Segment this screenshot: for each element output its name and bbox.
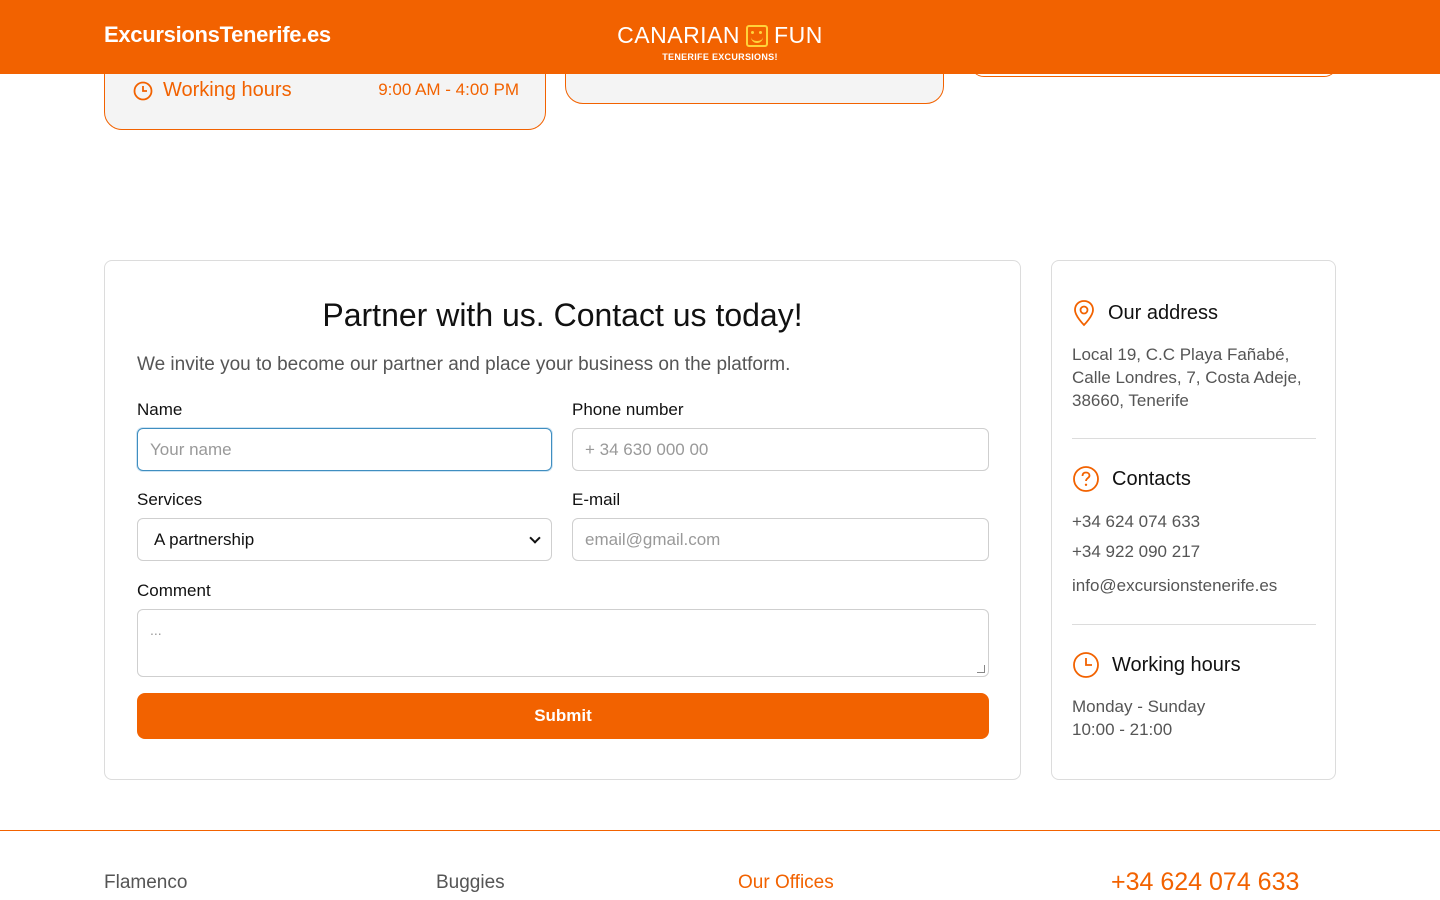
address-line: Local 19, C.C Playa Fañabé, bbox=[1072, 345, 1290, 364]
address-section: Our address Local 19, C.C Playa Fañabé, … bbox=[1072, 299, 1316, 412]
resize-handle-icon[interactable] bbox=[977, 665, 985, 673]
footer-divider bbox=[0, 830, 1440, 831]
email-link[interactable]: info@excursionstenerife.es bbox=[1072, 574, 1316, 597]
footer-link-flamenco[interactable]: Flamenco bbox=[104, 872, 187, 894]
comment-placeholder: ... bbox=[150, 622, 162, 638]
address-line: 38660, Tenerife bbox=[1072, 391, 1189, 410]
chevron-down-icon bbox=[529, 531, 541, 544]
logo-tagline: TENERIFE EXCURSIONS! bbox=[662, 52, 778, 62]
smiley-icon bbox=[746, 24, 769, 47]
clock-icon bbox=[133, 81, 153, 100]
hours-title: Working hours bbox=[1112, 653, 1241, 676]
clock-icon bbox=[1073, 652, 1099, 678]
comment-label: Comment bbox=[137, 581, 211, 600]
working-hours-label: Working hours bbox=[163, 79, 292, 101]
logo-text-right: FUN bbox=[774, 22, 823, 48]
divider bbox=[1072, 624, 1316, 625]
logo-text-left: CANARIAN bbox=[617, 22, 741, 48]
working-hours-time: 9:00 AM - 4:00 PM bbox=[378, 80, 519, 99]
divider bbox=[1072, 438, 1316, 439]
address-title: Our address bbox=[1108, 301, 1219, 324]
brand-logo[interactable]: CANARIAN FUN TENERIFE EXCURSIONS! bbox=[606, 22, 834, 68]
hours-section: Working hours Monday - Sunday 10:00 - 21… bbox=[1072, 651, 1316, 741]
submit-button[interactable]: Submit bbox=[137, 693, 989, 739]
site-header: ExcursionsTenerife.es CANARIAN FUN TENER… bbox=[0, 0, 1440, 74]
footer-link-offices[interactable]: Our Offices bbox=[738, 872, 834, 894]
contacts-section: Contacts +34 624 074 633 +34 922 090 217… bbox=[1072, 465, 1316, 597]
site-name-link[interactable]: ExcursionsTenerife.es bbox=[104, 22, 331, 48]
comment-textarea[interactable]: ... bbox=[137, 609, 989, 677]
email-input[interactable]: email@gmail.com bbox=[572, 518, 989, 561]
services-selected-value: A partnership bbox=[154, 529, 255, 549]
form-title: Partner with us. Contact us today! bbox=[322, 297, 803, 333]
partner-form-card: Partner with us. Contact us today! We in… bbox=[104, 260, 1021, 780]
question-circle-icon bbox=[1073, 466, 1099, 492]
email-label: E-mail bbox=[572, 490, 621, 509]
phone-link[interactable]: +34 922 090 217 bbox=[1072, 540, 1316, 563]
hours-days: Monday - Sunday bbox=[1072, 697, 1206, 716]
footer-phone-link[interactable]: +34 624 074 633 bbox=[1111, 868, 1299, 897]
hours-time: 10:00 - 21:00 bbox=[1072, 720, 1173, 739]
phone-label: Phone number bbox=[572, 400, 684, 419]
address-line: Calle Londres, 7, Costa Adeje, bbox=[1072, 368, 1302, 387]
name-label: Name bbox=[137, 400, 183, 419]
location-pin-icon bbox=[1074, 300, 1094, 327]
contact-info-card: Our address Local 19, C.C Playa Fañabé, … bbox=[1051, 260, 1336, 780]
phone-link[interactable]: +34 624 074 633 bbox=[1072, 510, 1316, 533]
phone-input[interactable]: + 34 630 000 00 bbox=[572, 428, 989, 471]
services-label: Services bbox=[137, 490, 203, 509]
name-input[interactable]: Your name bbox=[137, 428, 552, 471]
form-intro: We invite you to become our partner and … bbox=[137, 354, 791, 375]
contacts-title: Contacts bbox=[1112, 467, 1191, 490]
footer-link-buggies[interactable]: Buggies bbox=[436, 872, 505, 894]
services-select[interactable]: A partnership bbox=[137, 518, 552, 561]
